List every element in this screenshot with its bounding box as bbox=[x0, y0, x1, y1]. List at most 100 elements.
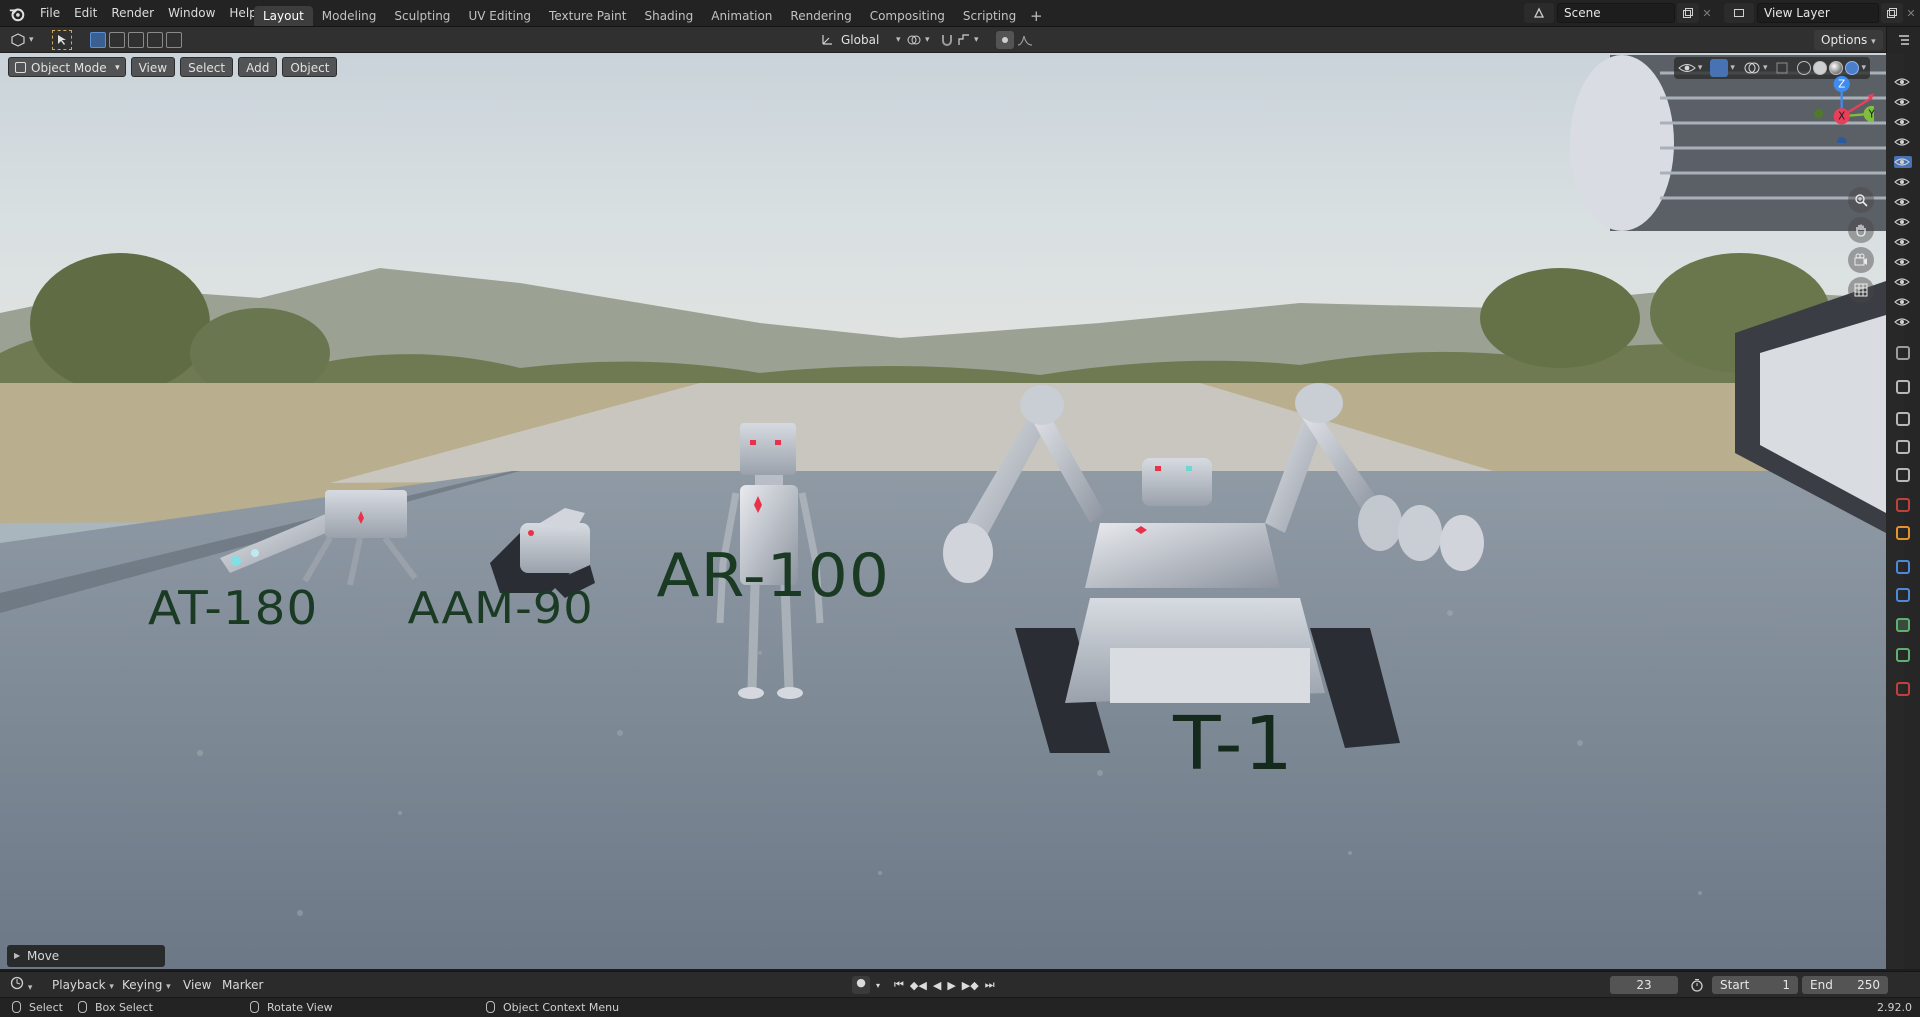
visibility-eye-icon[interactable] bbox=[1894, 296, 1912, 308]
next-keyframe-icon[interactable]: ▶◆ bbox=[962, 979, 979, 992]
marker-menu[interactable]: Marker bbox=[222, 976, 263, 994]
view-layer-browse-button[interactable] bbox=[1724, 3, 1754, 23]
object-menu[interactable]: Object bbox=[282, 57, 338, 77]
visibility-eye-icon[interactable] bbox=[1894, 96, 1912, 108]
visibility-eye-icon[interactable] bbox=[1894, 76, 1912, 88]
last-operator-panel[interactable]: ▶ Move bbox=[7, 945, 165, 967]
tool-tab-icon[interactable] bbox=[1896, 346, 1910, 360]
select-intersect-icon[interactable] bbox=[166, 32, 182, 48]
physics-tab-icon[interactable] bbox=[1896, 618, 1910, 632]
wireframe-shading-icon[interactable] bbox=[1797, 61, 1812, 75]
world-tab-icon[interactable] bbox=[1896, 498, 1910, 512]
menu-render[interactable]: Render bbox=[104, 0, 161, 27]
falloff-curve-icon[interactable] bbox=[1017, 34, 1033, 46]
select-menu[interactable]: Select bbox=[180, 57, 234, 77]
stopwatch-icon[interactable] bbox=[1690, 978, 1704, 992]
clock-icon bbox=[10, 976, 24, 990]
jump-start-icon[interactable]: ⏮ bbox=[894, 978, 904, 992]
play-reverse-icon[interactable]: ◀ bbox=[933, 979, 941, 992]
visibility-eye-icon[interactable] bbox=[1894, 316, 1912, 328]
visibility-eye-icon[interactable] bbox=[1894, 216, 1912, 228]
view-layer-tab-icon[interactable] bbox=[1896, 440, 1910, 454]
tab-compositing[interactable]: Compositing bbox=[861, 6, 954, 26]
select-extend-icon[interactable] bbox=[109, 32, 125, 48]
tab-scripting[interactable]: Scripting bbox=[954, 6, 1025, 26]
tab-texture-paint[interactable]: Texture Paint bbox=[540, 6, 635, 26]
scene-name-field[interactable]: Scene bbox=[1557, 3, 1675, 23]
select-subtract-icon[interactable] bbox=[128, 32, 144, 48]
select-tool-button[interactable] bbox=[52, 30, 72, 50]
pivot-point-dropdown[interactable]: ▾ bbox=[906, 30, 930, 50]
chevron-down-icon[interactable]: ▾ bbox=[876, 981, 880, 990]
blender-logo-icon[interactable] bbox=[8, 5, 26, 23]
delete-scene-icon[interactable]: ✕ bbox=[1699, 7, 1715, 20]
menu-window[interactable]: Window bbox=[161, 0, 222, 27]
visibility-eye-icon[interactable] bbox=[1894, 136, 1912, 148]
visibility-eye-icon[interactable] bbox=[1894, 196, 1912, 208]
options-label: Options bbox=[1821, 33, 1868, 47]
navigation-gizmo[interactable]: Z Y X bbox=[1814, 71, 1874, 143]
render-tab-icon[interactable] bbox=[1896, 380, 1910, 394]
scene-tab-icon[interactable] bbox=[1896, 468, 1910, 482]
delete-view-layer-icon[interactable]: ✕ bbox=[1903, 7, 1919, 20]
snapping-toggle[interactable]: ▾ bbox=[940, 30, 979, 50]
view-menu[interactable]: View bbox=[130, 57, 176, 77]
proportional-editing-toggle[interactable] bbox=[996, 30, 1033, 50]
options-dropdown[interactable]: Options ▾ bbox=[1814, 30, 1883, 50]
tab-rendering[interactable]: Rendering bbox=[781, 6, 860, 26]
current-frame-field[interactable]: 23 bbox=[1610, 976, 1678, 994]
select-difference-icon[interactable] bbox=[147, 32, 163, 48]
tab-animation[interactable]: Animation bbox=[702, 6, 781, 26]
new-view-layer-button[interactable] bbox=[1881, 3, 1903, 23]
tab-uv-editing[interactable]: UV Editing bbox=[459, 6, 540, 26]
copy-icon bbox=[1683, 8, 1693, 18]
timeline-editor-type-button[interactable]: ▾ bbox=[10, 976, 32, 994]
visibility-eye-icon[interactable] bbox=[1894, 116, 1912, 128]
particles-tab-icon[interactable] bbox=[1896, 588, 1910, 602]
playback-menu[interactable]: Playback ▾ bbox=[52, 976, 114, 994]
editor-type-button[interactable]: ▾ bbox=[10, 30, 34, 50]
timeline-view-menu[interactable]: View bbox=[183, 976, 211, 994]
scene-browse-button[interactable] bbox=[1524, 3, 1554, 23]
toggle-perspective-button[interactable] bbox=[1848, 277, 1874, 303]
view-layer-name-field[interactable]: View Layer bbox=[1757, 3, 1879, 23]
start-frame-field[interactable]: Start 1 bbox=[1712, 976, 1798, 994]
pan-view-button[interactable] bbox=[1848, 217, 1874, 243]
visibility-eye-icon[interactable] bbox=[1894, 176, 1912, 188]
object-mode-dropdown[interactable]: Object Mode ▾ bbox=[8, 57, 126, 77]
add-menu[interactable]: Add bbox=[238, 57, 278, 77]
prev-keyframe-icon[interactable]: ◆◀ bbox=[910, 979, 927, 992]
gizmo-toggle-icon[interactable] bbox=[1710, 59, 1729, 77]
output-tab-icon[interactable] bbox=[1896, 412, 1910, 426]
zoom-view-button[interactable] bbox=[1848, 187, 1874, 213]
xray-icon[interactable] bbox=[1775, 61, 1791, 75]
tab-shading[interactable]: Shading bbox=[635, 6, 702, 26]
play-icon[interactable]: ▶ bbox=[947, 979, 955, 992]
texture-tab-icon[interactable] bbox=[1896, 682, 1910, 696]
transform-orientation-dropdown[interactable]: Global ▾ bbox=[820, 30, 901, 50]
new-scene-button[interactable] bbox=[1677, 3, 1699, 23]
record-icon[interactable]: ● bbox=[852, 976, 870, 994]
select-new-icon[interactable] bbox=[90, 32, 106, 48]
jump-end-icon[interactable]: ⏭ bbox=[985, 978, 995, 992]
tab-modeling[interactable]: Modeling bbox=[313, 6, 386, 26]
tab-sculpting[interactable]: Sculpting bbox=[385, 6, 459, 26]
end-frame-field[interactable]: End 250 bbox=[1802, 976, 1888, 994]
visibility-eye-icon[interactable] bbox=[1894, 276, 1912, 288]
modifiers-tab-icon[interactable] bbox=[1896, 560, 1910, 574]
visibility-eye-icon[interactable] bbox=[1678, 61, 1696, 75]
object-tab-icon[interactable] bbox=[1896, 526, 1910, 540]
keying-menu[interactable]: Keying ▾ bbox=[122, 976, 171, 994]
overlays-icon[interactable] bbox=[1743, 61, 1761, 75]
add-workspace-button[interactable]: + bbox=[1025, 6, 1047, 26]
3d-viewport[interactable]: AT-180 AAM-90 AR-100 T-1 Object Mode ▾ V… bbox=[0, 53, 1886, 969]
menu-file[interactable]: File bbox=[33, 0, 67, 27]
camera-view-button[interactable] bbox=[1848, 247, 1874, 273]
outliner-icon[interactable] bbox=[1897, 33, 1911, 47]
menu-edit[interactable]: Edit bbox=[67, 0, 104, 27]
constraints-tab-icon[interactable] bbox=[1896, 648, 1910, 662]
tab-layout[interactable]: Layout bbox=[254, 5, 313, 26]
visibility-eye-icon[interactable] bbox=[1894, 156, 1912, 168]
visibility-eye-icon[interactable] bbox=[1894, 236, 1912, 248]
visibility-eye-icon[interactable] bbox=[1894, 256, 1912, 268]
